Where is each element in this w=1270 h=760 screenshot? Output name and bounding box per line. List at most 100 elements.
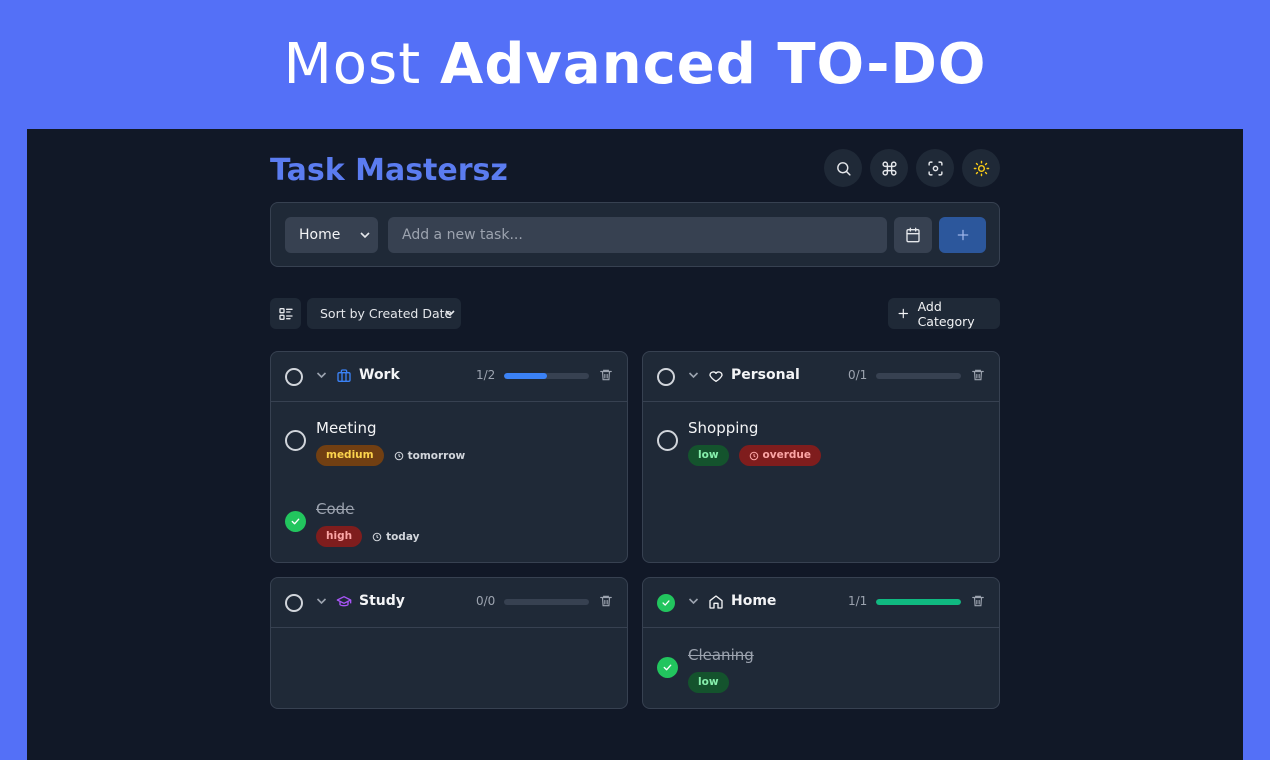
- banner-title-bold: Advanced TO-DO: [440, 32, 987, 97]
- category-name: Work: [359, 367, 400, 383]
- priority-badge: low: [688, 672, 729, 693]
- due-date-label: tomorrow: [407, 449, 466, 462]
- sort-select-value: Sort by Created Date: [320, 306, 453, 321]
- trash-icon[interactable]: [599, 594, 613, 608]
- due-date-label: overdue: [762, 449, 811, 461]
- task-tags: low overdue: [688, 445, 821, 466]
- task-name[interactable]: Meeting: [316, 419, 376, 437]
- command-palette-button[interactable]: [870, 149, 908, 187]
- task-complete-toggle[interactable]: [285, 430, 306, 451]
- category-header: Personal 0/1: [643, 352, 999, 402]
- app-window: Task Mastersz Home Add a new task... Sor…: [27, 129, 1243, 760]
- category-progress: [504, 599, 589, 605]
- search-icon: [836, 161, 851, 176]
- add-category-button[interactable]: Add Category: [888, 298, 1000, 329]
- plus-icon: [898, 308, 909, 319]
- sun-icon: [973, 160, 989, 176]
- trash-icon[interactable]: [971, 368, 985, 382]
- main-container: Task Mastersz Home Add a new task... Sor…: [270, 129, 1000, 760]
- priority-badge: medium: [316, 445, 384, 466]
- category-card-work: Work 1/2 Meeting medium tomorrow Code hi…: [270, 351, 628, 563]
- category-header: Home 1/1: [643, 578, 999, 628]
- clock-icon: [372, 532, 382, 541]
- add-task-button[interactable]: [939, 217, 986, 253]
- heart-icon: [709, 371, 723, 382]
- clock-icon: [394, 451, 403, 460]
- priority-badge: low: [688, 445, 729, 466]
- banner: Most Advanced TO-DO: [0, 0, 1270, 129]
- due-date-label: today: [386, 530, 420, 543]
- new-task-input[interactable]: [388, 217, 887, 253]
- toolbar: Sort by Created Date Add Category: [270, 298, 1000, 330]
- house-icon: [709, 595, 723, 609]
- category-header: Study 0/0: [271, 578, 627, 628]
- category-header: Work 1/2: [271, 352, 627, 402]
- focus-mode-button[interactable]: [916, 149, 954, 187]
- chevron-down-icon[interactable]: [316, 371, 327, 379]
- task-item: Meeting medium tomorrow: [271, 419, 627, 489]
- task-item: Code high today: [271, 500, 627, 570]
- category-name: Home: [731, 593, 777, 609]
- app-title: Task Mastersz: [270, 153, 508, 188]
- category-progress: [504, 373, 589, 379]
- chevron-down-icon: [445, 310, 455, 317]
- header-actions: [824, 149, 1000, 187]
- due-date-button[interactable]: [894, 217, 932, 253]
- banner-title-light: Most: [283, 32, 422, 97]
- task-item: Cleaning low: [643, 646, 999, 716]
- task-tags: low: [688, 672, 729, 693]
- category-select[interactable]: Home: [285, 217, 378, 253]
- category-count: 0/0: [476, 594, 496, 608]
- category-name: Personal: [731, 367, 800, 383]
- theme-toggle-button[interactable]: [962, 149, 1000, 187]
- search-button[interactable]: [824, 149, 862, 187]
- due-date: tomorrow: [394, 449, 466, 462]
- category-name: Study: [359, 593, 405, 609]
- add-category-label: Add Category: [917, 298, 975, 329]
- category-complete-toggle[interactable]: [657, 594, 675, 612]
- category-card-personal: Personal 0/1 Shopping low overdue: [642, 351, 1000, 563]
- check-icon: [663, 664, 672, 671]
- check-icon: [291, 518, 300, 525]
- chevron-down-icon[interactable]: [688, 371, 699, 379]
- plus-icon: [957, 229, 968, 241]
- calendar-icon: [906, 227, 920, 243]
- task-name[interactable]: Shopping: [688, 419, 758, 437]
- category-count: 0/1: [848, 368, 868, 382]
- header: Task Mastersz: [270, 149, 1000, 189]
- command-icon: [881, 160, 897, 176]
- view-toggle-button[interactable]: [270, 298, 301, 329]
- task-complete-toggle[interactable]: [657, 657, 678, 678]
- category-card-home: Home 1/1 Cleaning low: [642, 577, 1000, 709]
- category-count: 1/2: [476, 368, 496, 382]
- trash-icon[interactable]: [971, 594, 985, 608]
- category-progress: [876, 599, 961, 605]
- briefcase-icon: [337, 369, 351, 382]
- category-complete-toggle[interactable]: [657, 368, 675, 386]
- category-count: 1/1: [848, 594, 868, 608]
- chevron-down-icon[interactable]: [688, 597, 699, 605]
- overdue-badge: overdue: [738, 445, 821, 466]
- task-complete-toggle[interactable]: [285, 511, 306, 532]
- task-name[interactable]: Cleaning: [688, 646, 754, 664]
- task-tags: medium tomorrow: [316, 445, 465, 466]
- check-icon: [662, 600, 670, 606]
- priority-badge: high: [316, 526, 363, 547]
- list-view-icon: [278, 307, 293, 320]
- category-select-value: Home: [299, 227, 341, 243]
- graduation-cap-icon: [336, 596, 352, 607]
- category-progress: [876, 373, 961, 379]
- sort-select[interactable]: Sort by Created Date: [307, 298, 461, 329]
- due-date: today: [372, 531, 419, 543]
- task-name[interactable]: Code: [316, 500, 354, 518]
- task-complete-toggle[interactable]: [657, 430, 678, 451]
- trash-icon[interactable]: [599, 368, 613, 382]
- focus-icon: [927, 160, 943, 176]
- task-tags: high today: [316, 526, 419, 547]
- category-complete-toggle[interactable]: [285, 594, 303, 612]
- task-item: Shopping low overdue: [643, 419, 999, 489]
- category-complete-toggle[interactable]: [285, 368, 303, 386]
- chevron-down-icon[interactable]: [316, 597, 327, 605]
- category-card-study: Study 0/0: [270, 577, 628, 709]
- add-task-bar: Home: [270, 202, 1000, 267]
